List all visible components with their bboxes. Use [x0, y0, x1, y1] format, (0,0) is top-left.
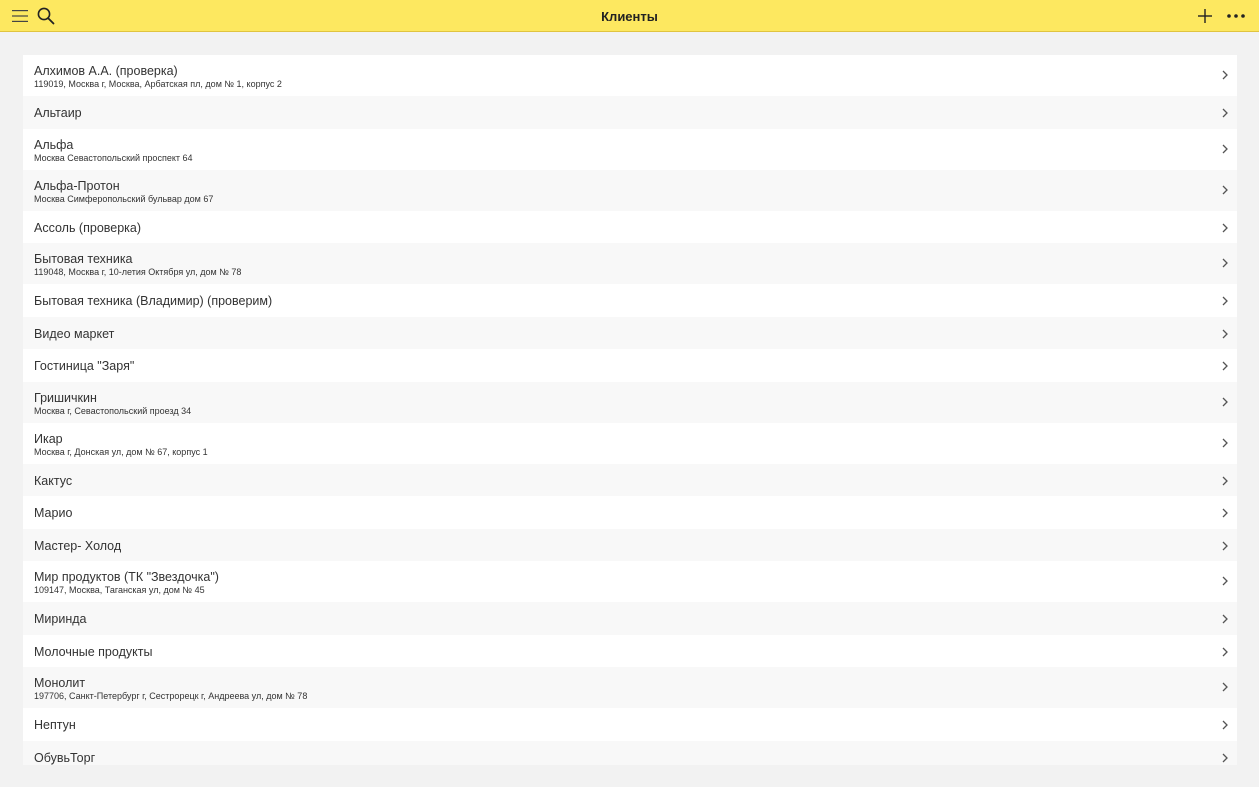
client-address: 197706, Санкт-Петербург г, Сестрорецк г,… — [34, 691, 308, 701]
list-item[interactable]: Мастер- Холод — [23, 528, 1237, 561]
client-name: ОбувьТорг — [34, 750, 96, 765]
client-name: Бытовая техника — [34, 252, 133, 266]
chevron-right-icon — [1222, 576, 1228, 586]
list-item[interactable]: Бытовая техника (Владимир) (проверим) — [23, 284, 1237, 317]
hamburger-icon — [12, 10, 28, 22]
chevron-right-icon — [1222, 541, 1228, 550]
chevron-right-icon — [1222, 296, 1228, 306]
client-name: Видео маркет — [34, 326, 115, 341]
chevron-right-icon — [1222, 329, 1228, 338]
list-item[interactable]: Альфа Москва Севастопольский проспект 64 — [23, 128, 1237, 170]
client-name: Молочные продукты — [34, 644, 153, 659]
list-item[interactable]: Альтаир — [23, 96, 1237, 129]
client-address: Москва г, Севастопольский проезд 34 — [34, 405, 192, 416]
chevron-right-icon — [1222, 508, 1228, 518]
chevron-right-icon — [1222, 185, 1228, 194]
list-item[interactable]: Марио — [23, 496, 1237, 529]
list-item[interactable]: Гостиница "Заря" — [23, 349, 1237, 382]
client-name: Бытовая техника (Владимир) (проверим) — [34, 294, 273, 308]
list-item[interactable]: Бытовая техника 119048, Москва г, 10-лети… — [23, 243, 1237, 284]
client-name: Кактус — [34, 473, 73, 488]
top-app-bar: Клиенты — [0, 0, 1259, 32]
list-item[interactable]: Ассоль (проверка) — [23, 210, 1237, 243]
list-item[interactable]: Нептун — [23, 708, 1237, 741]
chevron-right-icon — [1222, 108, 1228, 118]
more-button[interactable] — [1224, 4, 1248, 28]
chevron-right-icon — [1222, 476, 1228, 485]
client-name: Монолит — [34, 676, 86, 690]
client-name: Ассоль (проверка) — [34, 220, 142, 235]
chevron-right-icon — [1222, 70, 1228, 80]
plus-icon — [1198, 9, 1212, 23]
chevron-right-icon — [1222, 144, 1228, 153]
chevron-right-icon — [1222, 753, 1228, 762]
client-name: Гостиница "Заря" — [34, 359, 135, 373]
search-button[interactable] — [34, 4, 58, 28]
client-name: Мир продуктов (ТК "Звездочка") — [34, 570, 219, 584]
client-name: Гришичкин — [34, 390, 97, 405]
client-name: Альфа — [34, 137, 74, 152]
chevron-right-icon — [1222, 614, 1228, 624]
list-item[interactable]: Монолит 197706, Санкт-Петербург г, Сестро… — [23, 667, 1237, 708]
list-item[interactable]: Альфа-Протон Москва Симферопольский бульв… — [23, 169, 1237, 211]
list-item[interactable]: ОбувьТорг — [23, 740, 1237, 765]
client-name: Нептун — [34, 718, 76, 732]
chevron-right-icon — [1222, 438, 1228, 447]
chevron-right-icon — [1222, 397, 1228, 406]
client-name: Миринда — [34, 612, 87, 626]
client-name: Икар — [34, 431, 63, 446]
client-address: 119048, Москва г, 10-летия Октября ул, д… — [34, 267, 242, 277]
ellipsis-icon — [1227, 14, 1245, 18]
chevron-right-icon — [1222, 223, 1228, 232]
search-icon — [37, 7, 55, 25]
client-name: Мастер- Холод — [34, 538, 122, 553]
add-button[interactable] — [1193, 4, 1217, 28]
client-address: Москва Симферопольский бульвар дом 67 — [34, 193, 214, 204]
list-item[interactable]: Алхимов А.А. (проверка) 119019, Москва г,… — [23, 55, 1237, 96]
client-address: 119019, Москва г, Москва, Арбатская пл, … — [34, 79, 282, 89]
list-item[interactable]: Мир продуктов (ТК "Звездочка") 109147, Мо… — [23, 561, 1237, 602]
list-item[interactable]: Молочные продукты — [23, 634, 1237, 667]
chevron-right-icon — [1222, 682, 1228, 692]
chevron-right-icon — [1222, 720, 1228, 730]
list-item[interactable]: Гришичкин Москва г, Севастопольский проез… — [23, 381, 1237, 423]
client-name: Алхимов А.А. (проверка) — [34, 64, 178, 78]
client-name: Альтаир — [34, 106, 82, 120]
client-name: Альфа-Протон — [34, 178, 120, 193]
chevron-right-icon — [1222, 361, 1228, 371]
list-item[interactable]: Миринда — [23, 602, 1237, 635]
list-item[interactable]: Кактус — [23, 463, 1237, 496]
client-list: Алхимов А.А. (проверка) 119019, Москва г,… — [23, 55, 1237, 765]
client-address: Москва г, Донская ул, дом № 67, корпус 1 — [34, 446, 208, 457]
client-address: Москва Севастопольский проспект 64 — [34, 152, 193, 163]
client-address: 109147, Москва, Таганская ул, дом № 45 — [34, 585, 205, 595]
list-item[interactable]: Икар Москва г, Донская ул, дом № 67, корп… — [23, 422, 1237, 464]
menu-button[interactable] — [8, 4, 32, 28]
chevron-right-icon — [1222, 258, 1228, 268]
page-title: Клиенты — [601, 9, 658, 24]
list-item[interactable]: Видео маркет — [23, 316, 1237, 349]
chevron-right-icon — [1222, 647, 1228, 656]
client-name: Марио — [34, 506, 73, 520]
